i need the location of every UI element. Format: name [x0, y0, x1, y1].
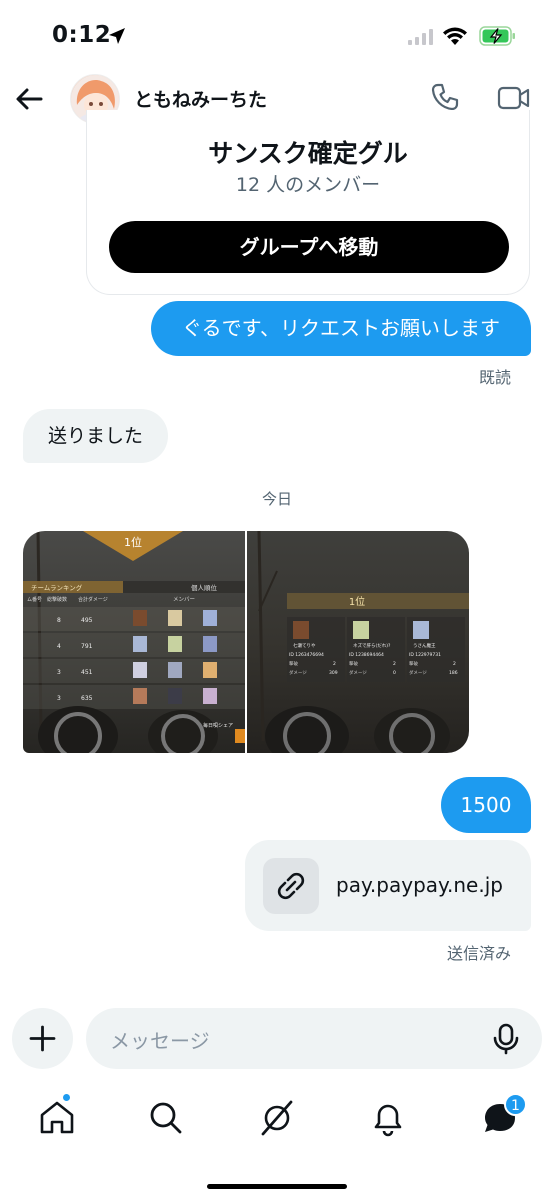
- phone-icon[interactable]: [430, 82, 460, 112]
- outgoing-message[interactable]: ぐるです、リクエストお願いします: [151, 301, 531, 356]
- messages-unread-badge: 1: [504, 1093, 527, 1116]
- add-attachment-button[interactable]: [12, 1008, 73, 1069]
- link-url[interactable]: pay.paypay.ne.jp: [336, 873, 503, 897]
- col-damage: 合計ダメージ: [78, 596, 108, 603]
- col-members: メンバー: [173, 596, 195, 603]
- home-indicator: [207, 1184, 347, 1189]
- svg-text:ネズで肝ら(だれ)?: ネズで肝ら(だれ)?: [353, 642, 391, 649]
- go-to-group-button[interactable]: グループへ移動: [109, 221, 509, 273]
- player-card: うさん魔王 ID 122979731 撃破 2 ダメージ 186: [407, 617, 465, 682]
- status-time: 0:12: [52, 22, 112, 48]
- home-unread-dot: [62, 1093, 71, 1102]
- ranking-row: 3 635: [23, 685, 245, 709]
- incoming-message[interactable]: 送りました: [23, 409, 168, 463]
- player-card: 七瀬てりや ID 1263476694 撃破 2 ダメージ 309: [287, 617, 345, 682]
- group-member-count: 12 人のメンバー: [235, 174, 381, 196]
- share-text: 毎日唄シェア: [203, 722, 233, 729]
- svg-text:0: 0: [393, 670, 396, 676]
- status-bar: 0:12: [0, 0, 554, 70]
- svg-text:ダメージ: ダメージ: [409, 669, 427, 676]
- svg-text:4: 4: [57, 643, 61, 650]
- svg-text:2: 2: [393, 661, 396, 667]
- group-title: サンスク確定グル: [208, 139, 408, 168]
- personal-rank-tab: 個人順位: [191, 583, 218, 592]
- group-invite-card: サンスク確定グル 12 人のメンバー グループへ移動: [86, 110, 530, 295]
- ranking-row: 4 791: [23, 633, 245, 657]
- microphone-icon[interactable]: [492, 1023, 520, 1055]
- svg-text:うさん魔王: うさん魔王: [413, 642, 436, 649]
- read-receipt: 既読: [478, 368, 511, 387]
- link-icon: [277, 872, 305, 900]
- video-camera-icon[interactable]: [497, 84, 531, 112]
- rank-text: 1位: [124, 535, 142, 549]
- svg-text:495: 495: [81, 617, 93, 624]
- svg-text:撃破: 撃破: [349, 660, 358, 667]
- location-arrow-icon: [109, 28, 125, 44]
- col-kills: 総撃破数: [47, 596, 67, 603]
- plus-icon: [29, 1025, 56, 1052]
- svg-text:451: 451: [81, 669, 93, 676]
- back-arrow-icon[interactable]: [14, 84, 44, 114]
- link-icon-container: [263, 858, 319, 914]
- svg-text:2: 2: [333, 661, 336, 667]
- svg-text:791: 791: [81, 643, 93, 650]
- contact-name[interactable]: ともねみーちた: [134, 85, 267, 112]
- wifi-icon: [443, 27, 467, 45]
- game-result-screenshot[interactable]: 1位 七瀬てりや ID 1263476694 撃破 2 ダメージ 309 ネズで…: [247, 531, 469, 753]
- svg-text:186: 186: [449, 670, 458, 676]
- svg-text:七瀬てりや: 七瀬てりや: [293, 642, 316, 649]
- col-number: ム番号: [27, 596, 42, 603]
- ranking-row: 3 451: [23, 659, 245, 683]
- search-icon[interactable]: [146, 1098, 186, 1138]
- home-icon[interactable]: [37, 1098, 77, 1138]
- svg-text:ダメージ: ダメージ: [349, 669, 367, 676]
- sent-status: 送信済み: [446, 944, 511, 963]
- bottom-tab-bar: [0, 1088, 554, 1148]
- battery-charging-icon: [479, 26, 515, 46]
- image-attachments: 1位 チームランキング 個人順位 ム番号 総撃破数 合計ダメージ メンバー 8 …: [23, 531, 469, 753]
- svg-text:撃破: 撃破: [409, 660, 418, 667]
- result-rank-text: 1位: [349, 595, 365, 608]
- svg-text:ID 122979731: ID 122979731: [409, 652, 441, 658]
- outgoing-amount-message[interactable]: 1500: [441, 777, 531, 833]
- grok-icon[interactable]: [257, 1098, 297, 1138]
- svg-text:309: 309: [329, 670, 338, 676]
- ranking-row: 8 495: [23, 607, 245, 631]
- svg-text:635: 635: [81, 695, 93, 702]
- svg-text:3: 3: [57, 695, 61, 702]
- svg-text:ダメージ: ダメージ: [289, 669, 307, 676]
- svg-text:2: 2: [453, 661, 456, 667]
- svg-text:8: 8: [57, 617, 61, 624]
- svg-text:ID 1263476694: ID 1263476694: [289, 652, 324, 658]
- svg-text:3: 3: [57, 669, 61, 676]
- date-separator: 今日: [261, 490, 292, 508]
- team-ranking-tab: チームランキング: [31, 583, 83, 592]
- svg-text:ID 1238694464: ID 1238694464: [349, 652, 384, 658]
- notifications-bell-icon[interactable]: [368, 1098, 408, 1138]
- message-placeholder: メッセージ: [110, 1029, 210, 1053]
- message-input[interactable]: メッセージ: [86, 1008, 542, 1069]
- svg-text:撃破: 撃破: [289, 660, 298, 667]
- cellular-signal-icon: [408, 29, 433, 45]
- game-ranking-screenshot[interactable]: 1位 チームランキング 個人順位 ム番号 総撃破数 合計ダメージ メンバー 8 …: [23, 531, 245, 753]
- player-card: ネズで肝ら(だれ)? ID 1238694464 撃破 2 ダメージ 0: [347, 617, 405, 682]
- link-preview-card[interactable]: pay.paypay.ne.jp: [245, 840, 531, 931]
